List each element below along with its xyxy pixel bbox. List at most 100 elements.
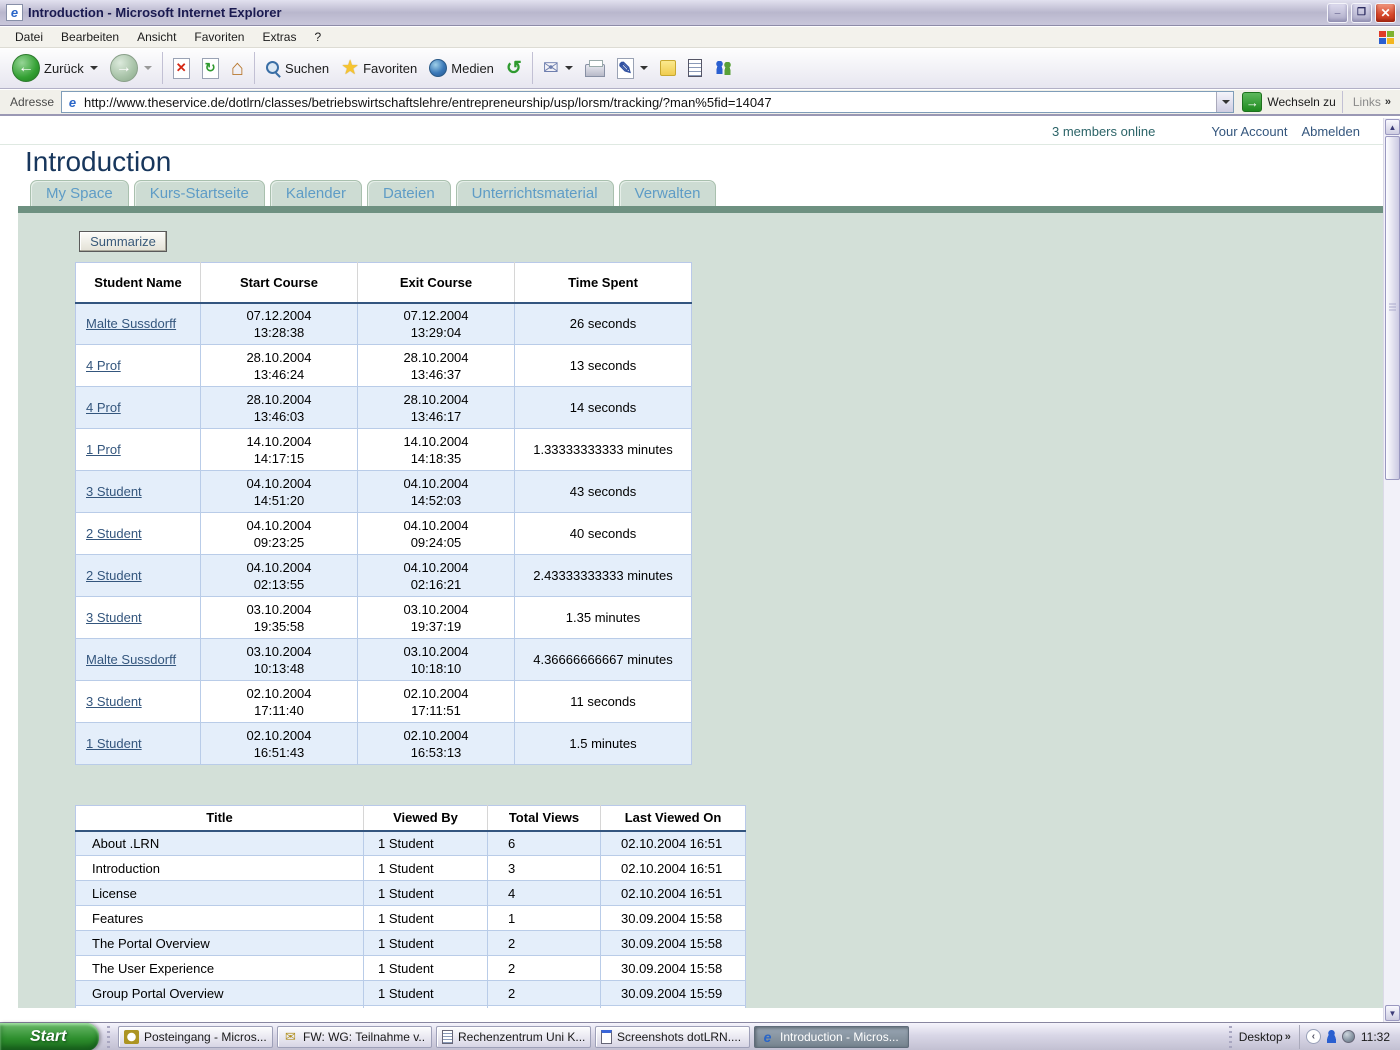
scroll-down-button[interactable] <box>1385 1005 1400 1021</box>
menu-item-favoriten[interactable]: Favoriten <box>185 27 253 47</box>
mail-dropdown-icon[interactable] <box>565 66 573 70</box>
home-button[interactable] <box>225 50 250 86</box>
page-header-links: 3 members online Your Account Abmelden <box>1052 124 1360 139</box>
links-toolbar[interactable]: Links <box>1342 91 1397 113</box>
history-button[interactable] <box>500 50 528 86</box>
restore-button[interactable] <box>1351 3 1372 23</box>
research-button[interactable] <box>682 50 708 86</box>
mail-button[interactable] <box>537 50 579 86</box>
title-cell: The Portal Overview <box>76 931 364 956</box>
tab-verwalten[interactable]: Verwalten <box>619 180 717 207</box>
start-time: 02:13:55 <box>201 576 357 593</box>
menu-item-ansicht[interactable]: Ansicht <box>128 27 185 47</box>
student-link[interactable]: 3 Student <box>86 610 142 625</box>
start-course-cell: 02.10.200416:51:43 <box>201 723 358 765</box>
edit-button[interactable] <box>611 50 654 86</box>
research-icon <box>688 59 702 77</box>
table-row: 2 Student04.10.200402:13:5504.10.200402:… <box>76 555 692 597</box>
menu-item-help[interactable]: ? <box>305 27 330 47</box>
tab-dateien[interactable]: Dateien <box>367 180 451 207</box>
student-link[interactable]: 1 Student <box>86 736 142 751</box>
student-link[interactable]: Malte Sussdorff <box>86 652 176 667</box>
exit-course-cell: 28.10.200413:46:37 <box>358 345 515 387</box>
student-link[interactable]: 4 Prof <box>86 358 121 373</box>
column-header: Title <box>76 806 364 831</box>
table-row: Malte Sussdorff07.12.200413:28:3807.12.2… <box>76 303 692 345</box>
close-button[interactable] <box>1375 3 1396 23</box>
scrollbar-thumb[interactable] <box>1385 136 1400 480</box>
tab-kurs-startseite[interactable]: Kurs-Startseite <box>134 180 265 207</box>
time-spent-cell: 43 seconds <box>515 471 692 513</box>
start-button[interactable]: Start <box>0 1023 99 1050</box>
edit-dropdown-icon[interactable] <box>640 66 648 70</box>
start-time: 17:11:40 <box>201 702 357 719</box>
quicklaunch-grip[interactable] <box>104 1026 112 1048</box>
mail-icon <box>283 1030 298 1044</box>
student-link[interactable]: 3 Student <box>86 484 142 499</box>
viewed-by-cell: 1 Student <box>364 881 488 906</box>
table-row: 4 Prof28.10.200413:46:0328.10.200413:46:… <box>76 387 692 429</box>
start-time: 10:13:48 <box>201 660 357 677</box>
network-tray-icon[interactable] <box>1342 1030 1355 1043</box>
vertical-scrollbar[interactable] <box>1383 118 1400 1022</box>
search-button[interactable]: Suchen <box>259 50 335 86</box>
task-button-fw-wg-teilnahme-v[interactable]: FW: WG: Teilnahme v... <box>277 1026 432 1048</box>
print-button[interactable] <box>579 50 611 86</box>
tab-unterrichtsmaterial[interactable]: Unterrichtsmaterial <box>456 180 614 207</box>
menu-item-bearbeiten[interactable]: Bearbeiten <box>52 27 128 47</box>
back-button[interactable]: Zurück <box>6 50 104 86</box>
logout-link[interactable]: Abmelden <box>1301 124 1360 139</box>
favorites-button[interactable]: Favoriten <box>335 50 423 86</box>
scroll-up-button[interactable] <box>1385 119 1400 135</box>
desktop-toolbar-grip[interactable] <box>1227 1026 1235 1048</box>
student-link[interactable]: 2 Student <box>86 526 142 541</box>
exit-date: 07.12.2004 <box>358 307 514 324</box>
address-input[interactable] <box>84 95 1216 110</box>
discuss-button[interactable] <box>654 50 682 86</box>
start-date: 28.10.2004 <box>201 349 357 366</box>
address-dropdown-button[interactable] <box>1216 92 1233 112</box>
messenger-tray-icon[interactable] <box>1325 1030 1338 1043</box>
summarize-button[interactable]: Summarize <box>79 231 167 252</box>
viewed-by-cell: 1 Student <box>364 981 488 1006</box>
stop-button[interactable] <box>167 50 196 86</box>
back-dropdown-icon[interactable] <box>90 66 98 70</box>
hide-tray-icons-button[interactable] <box>1306 1029 1321 1044</box>
task-label: Posteingang - Micros... <box>144 1030 267 1044</box>
column-header: Viewed By <box>364 806 488 831</box>
exit-time: 17:11:51 <box>358 702 514 719</box>
task-button-screenshots-dotlrn[interactable]: Screenshots dotLRN.... <box>595 1026 750 1048</box>
task-button-rechenzentrum-uni-k[interactable]: Rechenzentrum Uni K... <box>436 1026 591 1048</box>
student-link[interactable]: 4 Prof <box>86 400 121 415</box>
total-views-cell: 2 <box>488 956 601 981</box>
refresh-button[interactable] <box>196 50 225 86</box>
printer-icon <box>585 64 605 77</box>
viewed-by-cell: 1 Student <box>364 831 488 856</box>
exit-course-cell: 04.10.200409:24:05 <box>358 513 515 555</box>
chevron-right-icon[interactable] <box>1285 1031 1291 1043</box>
time-spent-cell: 2.43333333333 minutes <box>515 555 692 597</box>
menu-item-datei[interactable]: Datei <box>6 27 52 47</box>
minimize-button[interactable] <box>1327 3 1348 23</box>
start-course-cell: 03.10.200419:35:58 <box>201 597 358 639</box>
media-button[interactable]: Medien <box>423 50 500 86</box>
student-link[interactable]: 3 Student <box>86 694 142 709</box>
student-link[interactable]: Malte Sussdorff <box>86 316 176 331</box>
tab-my-space[interactable]: My Space <box>30 180 129 207</box>
task-button-posteingang-micros[interactable]: Posteingang - Micros... <box>118 1026 273 1048</box>
desktop-toolbar-label[interactable]: Desktop <box>1239 1030 1283 1044</box>
window-titlebar: Introduction - Microsoft Internet Explor… <box>0 0 1400 26</box>
task-button-introduction-micros[interactable]: Introduction - Micros... <box>754 1026 909 1048</box>
system-tray <box>1299 1025 1355 1049</box>
menu-item-extras[interactable]: Extras <box>253 27 305 47</box>
student-link[interactable]: 2 Student <box>86 568 142 583</box>
forward-button[interactable] <box>104 50 158 86</box>
student-link[interactable]: 1 Prof <box>86 442 121 457</box>
time-spent-cell: 1.5 minutes <box>515 723 692 765</box>
tab-kalender[interactable]: Kalender <box>270 180 362 207</box>
messenger-button[interactable] <box>708 50 738 86</box>
go-button[interactable]: Wechseln zu <box>1242 92 1335 112</box>
start-date: 07.12.2004 <box>201 307 357 324</box>
your-account-link[interactable]: Your Account <box>1211 124 1287 139</box>
stop-icon <box>173 58 190 79</box>
